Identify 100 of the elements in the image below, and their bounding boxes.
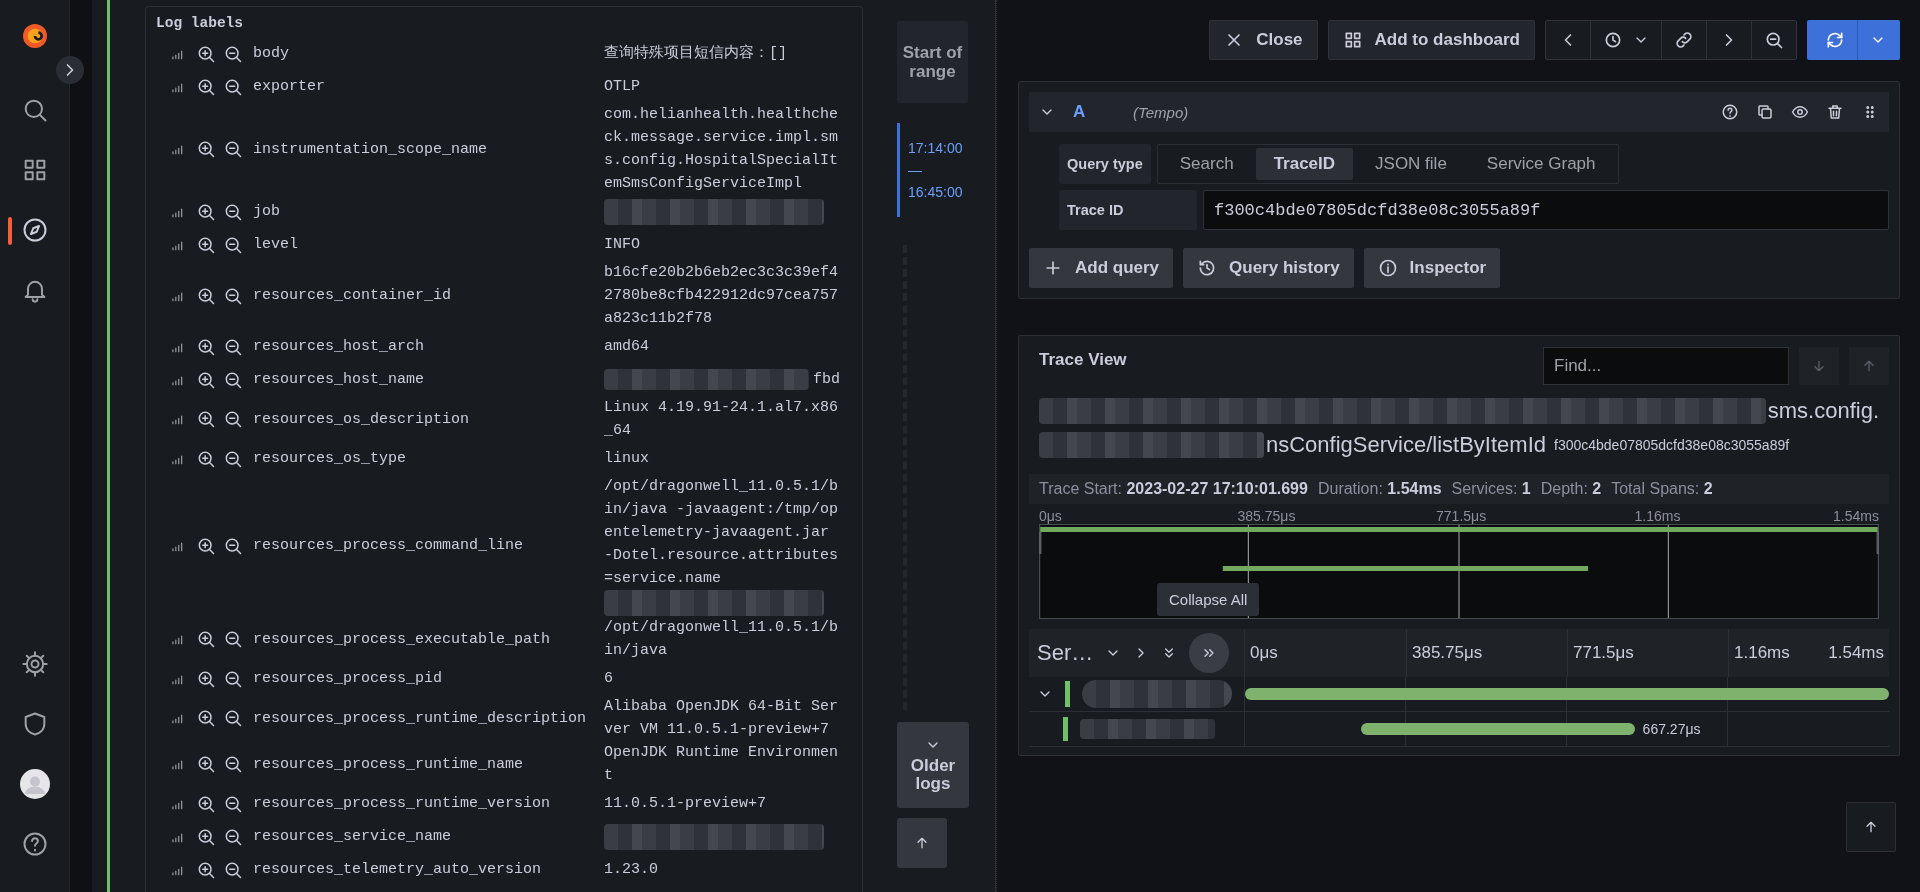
- label-key: resources_process_runtime_description: [253, 706, 604, 730]
- label-key: resources_container_id: [253, 284, 604, 307]
- zoom-out-icon[interactable]: [1764, 30, 1784, 50]
- label-key: resources_process_command_line: [253, 534, 604, 557]
- span-minimap-drawing[interactable]: [1039, 524, 1879, 619]
- arrow-up-icon[interactable]: [1863, 819, 1879, 835]
- trace-id-input[interactable]: f300c4bde07805dcfd38e08c3055a89f: [1203, 190, 1889, 230]
- tooltip: Collapse All: [1157, 583, 1260, 616]
- label-value: /opt/dragonwell_11.0.5.1/bin/java -javaagent:/tmp/opentelemetry-javaagent.jar -Dotel.resource.attributes=service.name: [604, 478, 839, 587]
- trace-stat: Duration: 1.54ms: [1317, 480, 1442, 498]
- query-type-tab[interactable]: Search: [1161, 148, 1252, 180]
- stats-icon[interactable]: [170, 412, 184, 426]
- trace-stat: Total Spans: 2: [1611, 480, 1713, 498]
- stats-icon[interactable]: [170, 142, 184, 156]
- label-value: OpenJDK Runtime Environment: [604, 744, 839, 784]
- label-value: fbd: [813, 371, 840, 388]
- label-value: linux: [604, 450, 649, 467]
- label-key: body: [253, 42, 604, 65]
- arrow-up-icon[interactable]: [914, 835, 930, 851]
- label-key: resources_process_runtime_name: [253, 752, 604, 776]
- range-time: —: [908, 161, 923, 180]
- trash-icon[interactable]: [1826, 103, 1844, 121]
- label-key: resources_os_type: [253, 447, 604, 470]
- collapse-all-button[interactable]: [1189, 633, 1230, 673]
- label-key: resources_host_arch: [253, 335, 604, 358]
- stats-icon[interactable]: [170, 632, 184, 646]
- panel-title: Log labels: [156, 15, 244, 31]
- field-label: Query type: [1059, 144, 1151, 184]
- zoom-out-icon[interactable]: [223, 629, 243, 649]
- tick-label: 1.54ms: [1828, 643, 1884, 663]
- tick-label: 771.5μs: [1436, 508, 1488, 524]
- label-key: level: [253, 233, 604, 256]
- label-value: 11.0.5.1-preview+7: [604, 795, 767, 812]
- trace-stat: Services: 1: [1451, 480, 1531, 498]
- label-key: resources_telemetry_auto_version: [253, 858, 604, 881]
- eye-icon[interactable]: [1791, 103, 1809, 121]
- link-icon[interactable]: [1674, 30, 1694, 50]
- trace-stat: Depth: 2: [1540, 480, 1602, 498]
- toolbar-button[interactable]: Add to dashboard: [1327, 20, 1535, 60]
- find-input[interactable]: Find...: [1543, 347, 1789, 385]
- zoom-out-icon[interactable]: [223, 708, 243, 728]
- service-column-header[interactable]: Ser…: [1037, 640, 1094, 666]
- zoom-out-icon[interactable]: [223, 409, 243, 429]
- span-duration: 667.27μs: [1642, 721, 1701, 737]
- range-time: 17:14:00: [908, 139, 963, 158]
- label-value: amd64: [604, 338, 649, 355]
- start-of-range-button[interactable]: Start of range: [897, 21, 968, 103]
- label-value: Alibaba OpenJDK 64-Bit Server VM 11.0.5.1-preview+7: [604, 698, 839, 738]
- tick-label: 1.54ms: [1833, 508, 1879, 524]
- tick-label: 0μs: [1250, 643, 1278, 663]
- zoom-in-icon[interactable]: [196, 708, 216, 728]
- info-icon[interactable]: [1377, 258, 1398, 278]
- zoom-in-icon[interactable]: [196, 409, 216, 429]
- zoom-out-icon[interactable]: [223, 754, 243, 774]
- stats-icon[interactable]: [170, 757, 184, 771]
- tick-label: 771.5μs: [1573, 643, 1634, 663]
- zoom-in-icon[interactable]: [196, 629, 216, 649]
- label-value: /opt/dragonwell_11.0.5.1/bin/java: [604, 619, 839, 659]
- panel-title: Trace View: [1038, 350, 1128, 370]
- label-value: 1.23.0: [604, 861, 658, 878]
- zoom-in-icon[interactable]: [196, 139, 216, 159]
- label-value: com.helianhealth.healthcheck.message.service.impl.sms.config.HospitalSpecialItemSmsConfigServiceImpl: [604, 106, 839, 192]
- tick-label: 385.75μs: [1412, 643, 1483, 663]
- clock-icon[interactable]: [1603, 30, 1623, 50]
- span-color-marker: [1063, 717, 1068, 741]
- datasource-name: (Tempo): [1133, 103, 1189, 121]
- label-key: resources_os_description: [253, 407, 604, 431]
- label-value: 6: [604, 670, 613, 687]
- range-time: 16:45:00: [908, 183, 963, 202]
- trace-id: f300c4bde07805dcfd38e08c3055a89f: [1554, 436, 1790, 455]
- label-key: resources_process_executable_path: [253, 627, 604, 651]
- query-action-button[interactable]: Inspector: [1363, 248, 1501, 288]
- tick-label: 1.16ms: [1634, 508, 1682, 524]
- tick-label: 1.16ms: [1734, 643, 1790, 663]
- query-type-tab[interactable]: Service Graph: [1468, 148, 1614, 180]
- trace-name: sms.config.: [1767, 397, 1879, 425]
- query-type-tab[interactable]: JSON file: [1357, 148, 1465, 180]
- help-icon[interactable]: [1721, 103, 1739, 121]
- label-key: job: [253, 200, 604, 223]
- avatar[interactable]: [19, 769, 50, 799]
- toolbar-button[interactable]: Close: [1209, 20, 1318, 60]
- span-color-marker: [1065, 681, 1070, 707]
- older-logs-button[interactable]: Older logs: [897, 722, 969, 808]
- query-type-tab[interactable]: TraceID: [1255, 148, 1354, 180]
- refresh-icon[interactable]: [1825, 30, 1845, 50]
- copy-icon[interactable]: [1756, 103, 1774, 121]
- query-action-button[interactable]: Query history: [1183, 248, 1354, 288]
- zoom-in-icon[interactable]: [196, 754, 216, 774]
- stats-icon[interactable]: [170, 711, 184, 725]
- label-value: 查询特殊项目短信内容：[]: [604, 45, 787, 62]
- query-action-button[interactable]: Add query: [1029, 248, 1174, 288]
- label-key: resources_service_name: [253, 825, 604, 848]
- label-key: instrumentation_scope_name: [253, 137, 604, 161]
- label-key: resources_process_pid: [253, 667, 604, 690]
- settings-icon[interactable]: [20, 650, 49, 678]
- label-key: resources_process_runtime_version: [253, 792, 604, 815]
- query-letter[interactable]: A: [1073, 102, 1119, 122]
- label-value: INFO: [604, 236, 640, 253]
- refresh-button[interactable]: [1807, 20, 1900, 60]
- zoom-out-icon[interactable]: [223, 139, 243, 159]
